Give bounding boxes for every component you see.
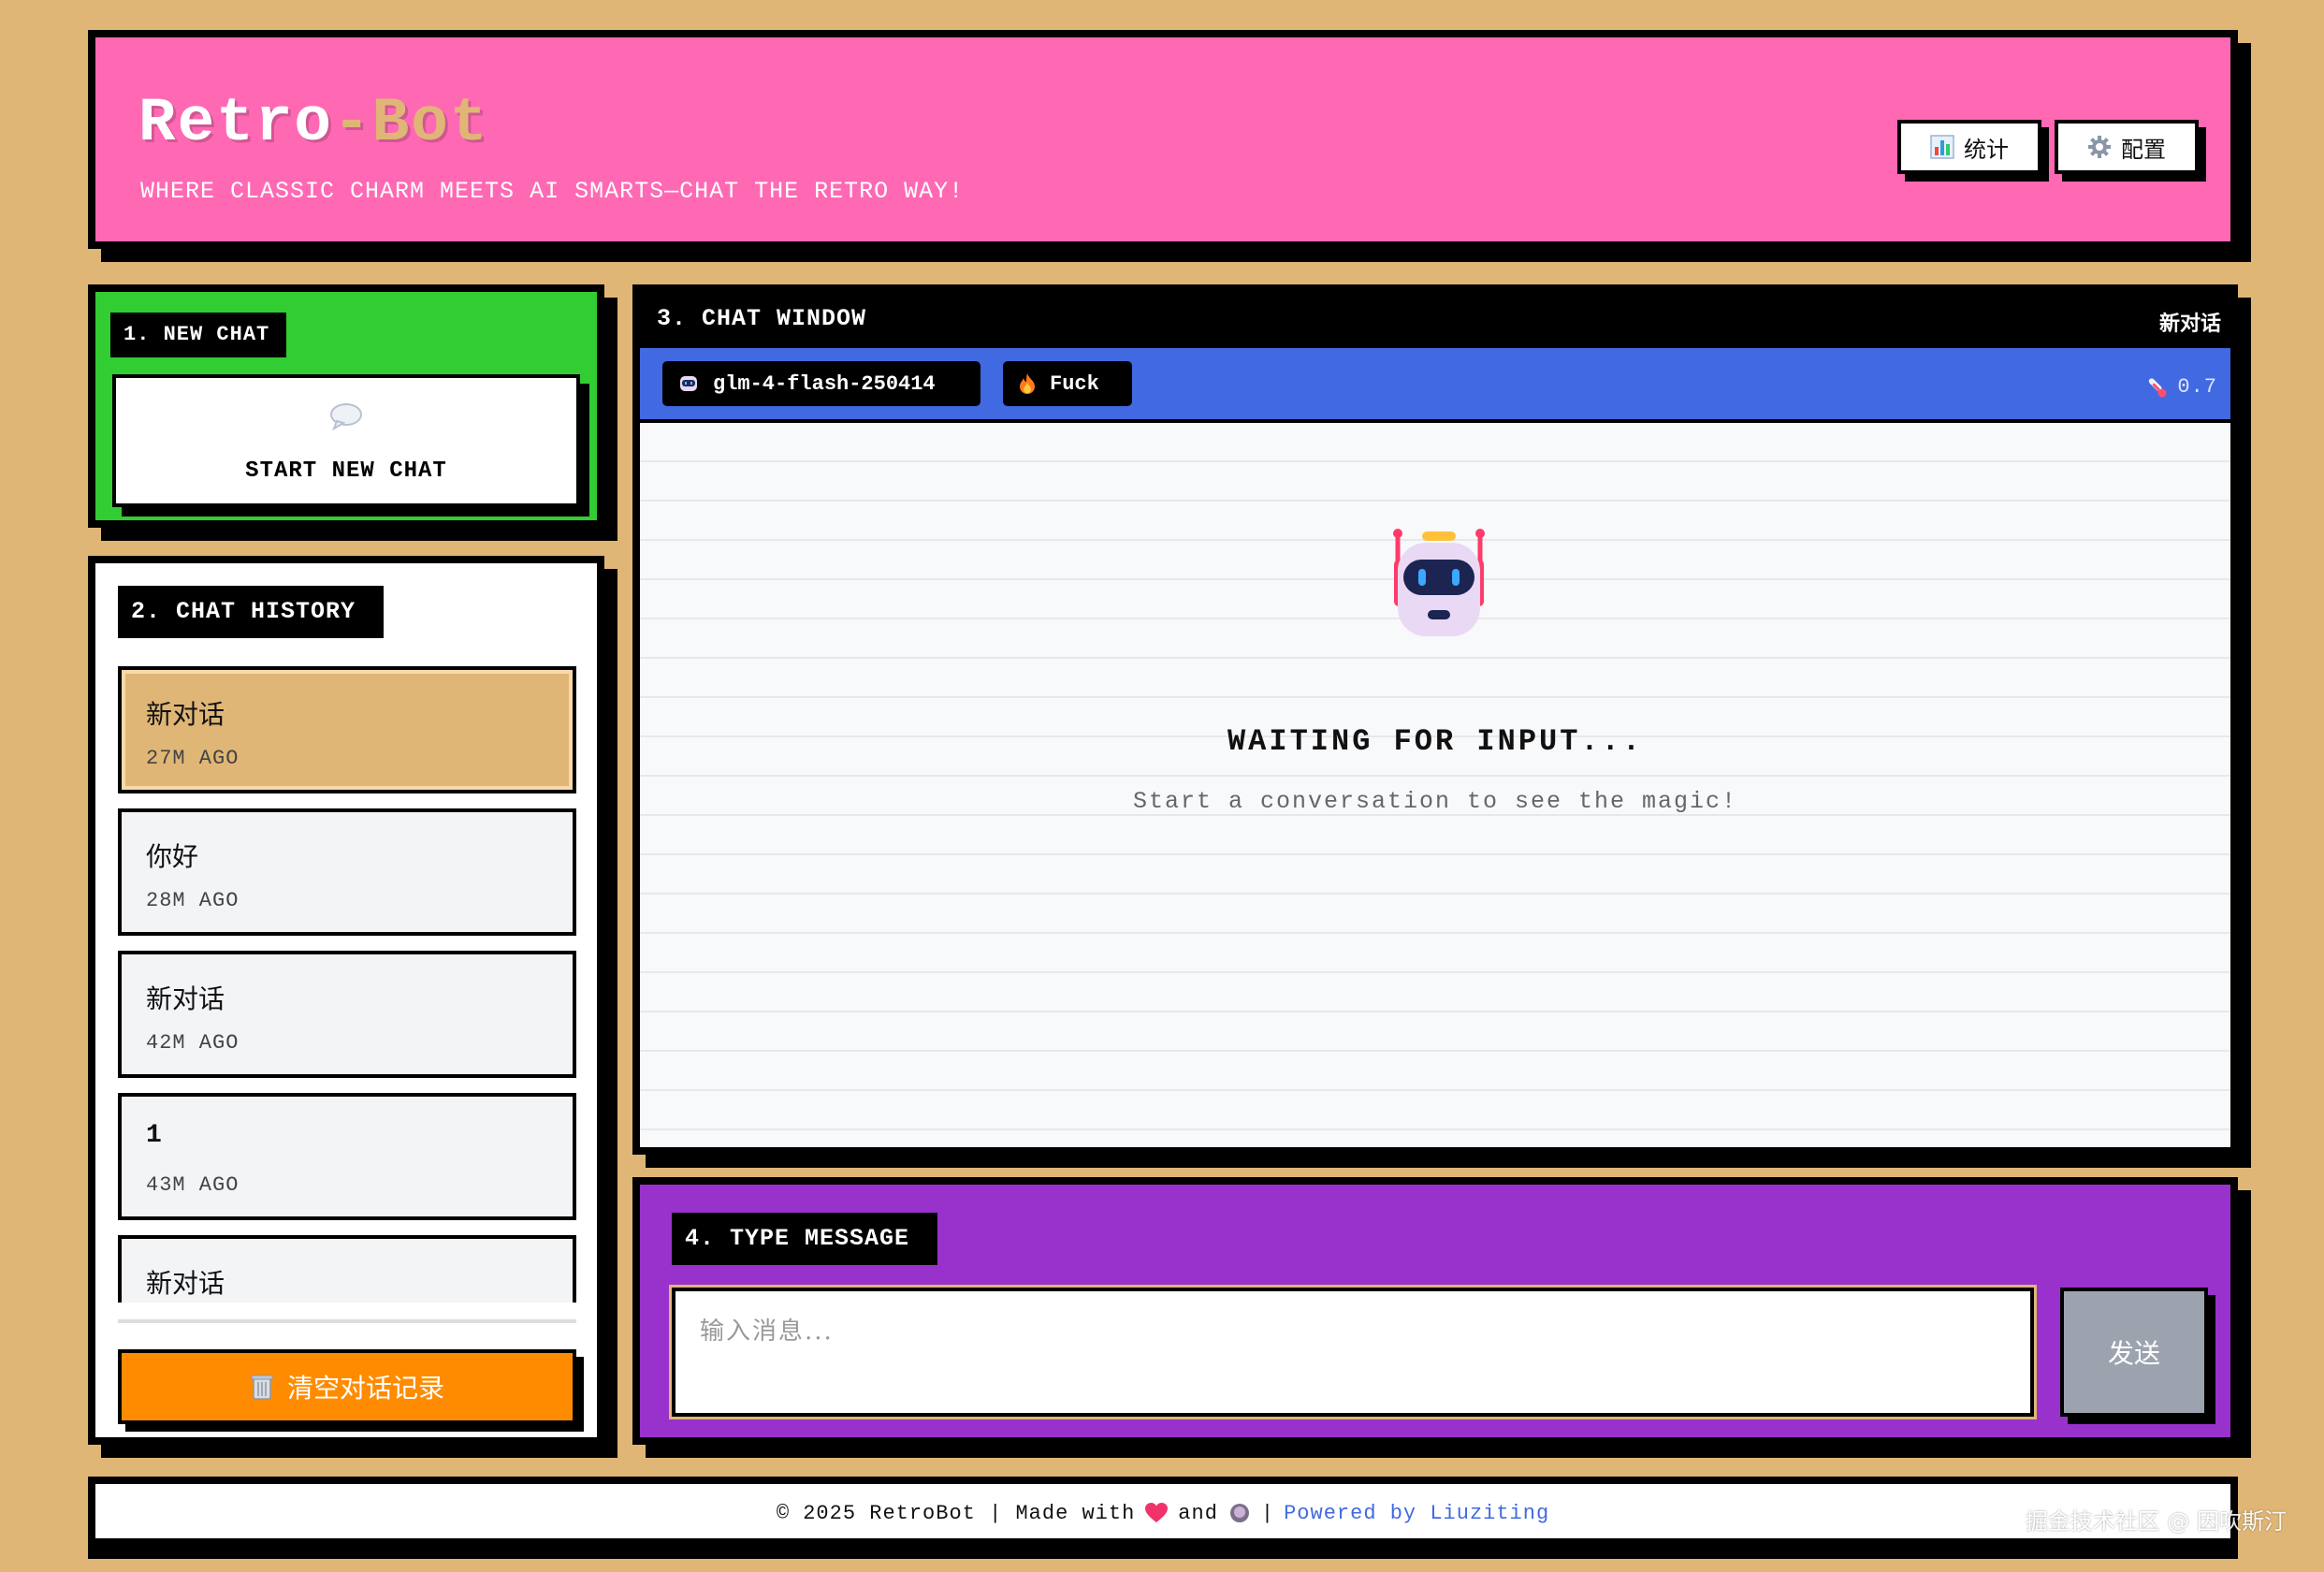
config-label: 配置 [2121, 136, 2166, 163]
model-name: glm-4-flash-250414 [713, 371, 936, 396]
history-divider [118, 1319, 576, 1323]
bar-chart-icon [1930, 135, 1954, 159]
clear-history-button[interactable]: 清空对话记录 [118, 1349, 576, 1424]
fire-icon [1020, 373, 1035, 394]
chat-window-header: 3. CHAT WINDOW 新对话 [640, 292, 2230, 348]
history-item[interactable]: 新对话 [118, 1235, 576, 1303]
persona-selector[interactable]: Fuck [1003, 361, 1132, 406]
history-item-time: 43M AGO [146, 1173, 240, 1197]
message-area[interactable]: WAITING FOR INPUT... Start a conversatio… [640, 423, 2230, 1147]
message-input[interactable] [669, 1285, 2037, 1419]
chat-window-section-label: 3. CHAT WINDOW [657, 305, 867, 332]
waiting-subtitle: Start a conversation to see the magic! [1132, 788, 1738, 815]
thermometer-icon [2149, 378, 2167, 398]
robot-mascot-icon [1393, 529, 1485, 636]
persona-name: Fuck [1050, 371, 1099, 396]
new-chat-section-label: 1. NEW CHAT [110, 313, 286, 357]
trash-icon [251, 1375, 273, 1400]
footer-and: and [1178, 1501, 1218, 1525]
chat-history-list[interactable]: 新对话 27M AGO 你好 28M AGO 新对话 42M AGO 1 43M… [118, 666, 576, 1303]
history-item-time: 28M AGO [146, 889, 240, 912]
app-tagline: WHERE CLASSIC CHARM MEETS AI SMARTS—CHAT… [140, 178, 965, 205]
type-message-section-label: 4. TYPE MESSAGE [672, 1213, 937, 1265]
history-item-time: 42M AGO [146, 1031, 240, 1055]
history-item-title: 1 [146, 1121, 162, 1150]
history-item[interactable]: 你好 28M AGO [118, 808, 576, 936]
app-footer: © 2025 RetroBot | Made with and | Powere… [88, 1477, 2238, 1546]
history-item-time: 27M AGO [146, 747, 240, 770]
history-item-title: 你好 [146, 841, 199, 872]
new-chat-panel: 1. NEW CHAT START NEW CHAT [88, 284, 604, 528]
watermark: 掘金技术社区 @ 因吹斯汀 [2025, 1508, 2287, 1535]
model-selector[interactable]: glm-4-flash-250414 [662, 361, 980, 406]
waiting-title: WAITING FOR INPUT... [1227, 724, 1644, 759]
stats-button[interactable]: 统计 [1897, 120, 2041, 174]
app-header: Retro-Bot WHERE CLASSIC CHARM MEETS AI S… [88, 30, 2238, 249]
chat-window-panel: 3. CHAT WINDOW 新对话 glm-4-flash-250414 Fu… [632, 284, 2238, 1155]
send-button[interactable]: 发送 [2060, 1288, 2208, 1417]
stats-label: 统计 [1964, 136, 2009, 163]
history-item[interactable]: 新对话 27M AGO [118, 666, 576, 793]
history-item-title: 新对话 [146, 1268, 225, 1299]
logo-main: Retro [138, 88, 334, 158]
footer-text: © 2025 RetroBot | Made with and | Powere… [95, 1501, 2230, 1525]
model-bar: glm-4-flash-250414 Fuck 0.7 [640, 348, 2230, 423]
logo-accent: -Bot [333, 88, 489, 158]
gear-icon [2088, 136, 2111, 158]
clear-history-label: 清空对话记录 [286, 1373, 444, 1404]
start-new-chat-label: START NEW CHAT [245, 458, 447, 484]
coffee-icon [1229, 1504, 1249, 1522]
start-new-chat-button[interactable]: START NEW CHAT [112, 374, 580, 507]
conversation-title: 新对话 [2158, 313, 2221, 336]
chat-history-panel: 2. CHAT HISTORY 新对话 27M AGO 你好 28M AGO 新… [88, 556, 604, 1445]
history-item-title: 新对话 [146, 699, 225, 730]
temperature-indicator[interactable]: 0.7 [2143, 374, 2217, 399]
chat-history-section-label: 2. CHAT HISTORY [118, 586, 384, 638]
app-logo: Retro-Bot [138, 88, 488, 158]
footer-separator: | [1260, 1501, 1275, 1525]
speech-bubble-icon [330, 403, 362, 430]
powered-by-link[interactable]: Powered by Liuziting [1284, 1502, 1549, 1525]
type-message-panel: 4. TYPE MESSAGE 发送 [632, 1177, 2238, 1445]
history-item-title: 新对话 [146, 983, 225, 1014]
footer-copyright: © 2025 RetroBot | Made with [776, 1501, 1136, 1525]
history-item[interactable]: 1 43M AGO [118, 1093, 576, 1220]
config-button[interactable]: 配置 [2055, 120, 2199, 174]
temperature-value: 0.7 [2177, 374, 2217, 399]
history-item[interactable]: 新对话 42M AGO [118, 951, 576, 1078]
robot-icon [680, 376, 697, 391]
heart-icon [1145, 1503, 1169, 1522]
